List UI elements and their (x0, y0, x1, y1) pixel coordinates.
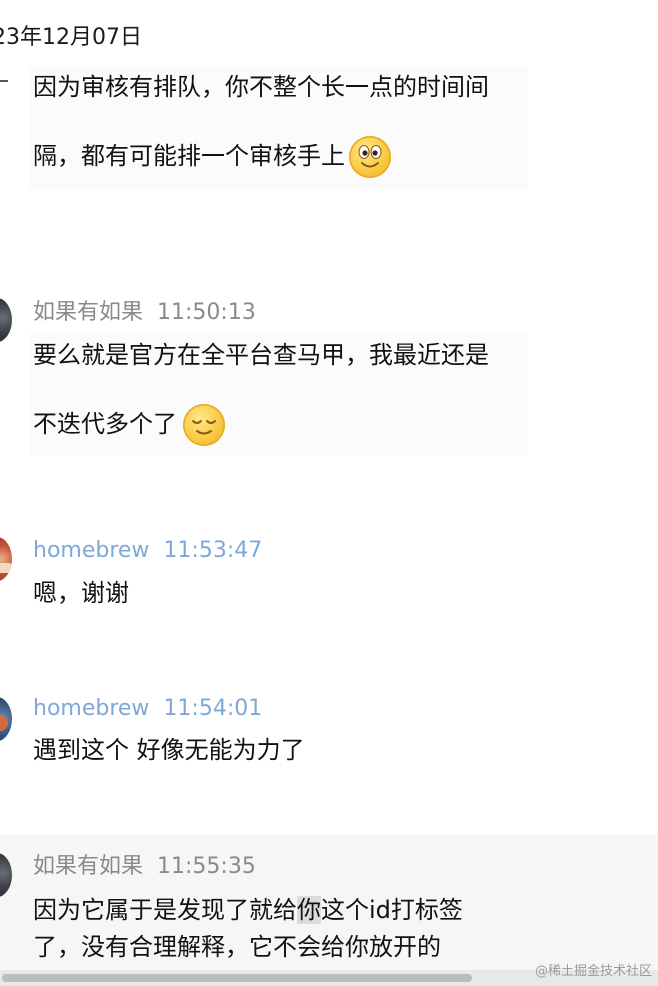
message-time: 11:53:47 (163, 538, 263, 563)
message-text[interactable]: 因为它属于是发现了就给你这个id打标签 (33, 893, 463, 927)
message-header: 如果有如果 11:50:13 (33, 298, 256, 328)
sender-name[interactable]: homebrew (33, 696, 149, 721)
message-header: homebrew 11:54:01 (33, 694, 262, 724)
sender-name[interactable]: 如果有如果 (33, 300, 143, 325)
message-header: 如果有如果 11:55:35 (33, 852, 256, 882)
date-header: 23年12月07日 (0, 25, 142, 50)
watermark: @稀土掘金技术社区 (534, 964, 652, 979)
message-text: 不迭代多个了 (33, 404, 225, 446)
selected-text[interactable]: 你 (297, 896, 321, 924)
scrollbar-thumb[interactable] (2, 974, 472, 982)
message-text: 遇到这个 好像无能为力了 (33, 736, 305, 764)
message-text: 了，没有合理解释，它不会给你放开的 (33, 933, 441, 961)
avatar-edge (0, 80, 8, 82)
message-text: 因为审核有排队，你不整个长一点的时间间 (33, 73, 489, 101)
avatar[interactable] (0, 298, 12, 342)
sender-name[interactable]: 如果有如果 (33, 854, 143, 879)
grinning-face-emoji (349, 136, 391, 178)
message-time: 11:55:35 (157, 854, 256, 879)
message-time: 11:50:13 (157, 300, 256, 325)
message-time: 11:54:01 (163, 696, 263, 721)
message-text: 隔，都有可能排一个审核手上 (33, 136, 391, 178)
relieved-face-emoji (183, 404, 225, 446)
avatar[interactable] (0, 697, 12, 741)
message-header: homebrew 11:53:47 (33, 536, 262, 566)
message-text: 要么就是官方在全平台查马甲，我最近还是 (33, 341, 489, 369)
sender-name[interactable]: homebrew (33, 538, 149, 563)
message-text: 嗯，谢谢 (33, 579, 129, 607)
avatar[interactable] (0, 537, 12, 581)
